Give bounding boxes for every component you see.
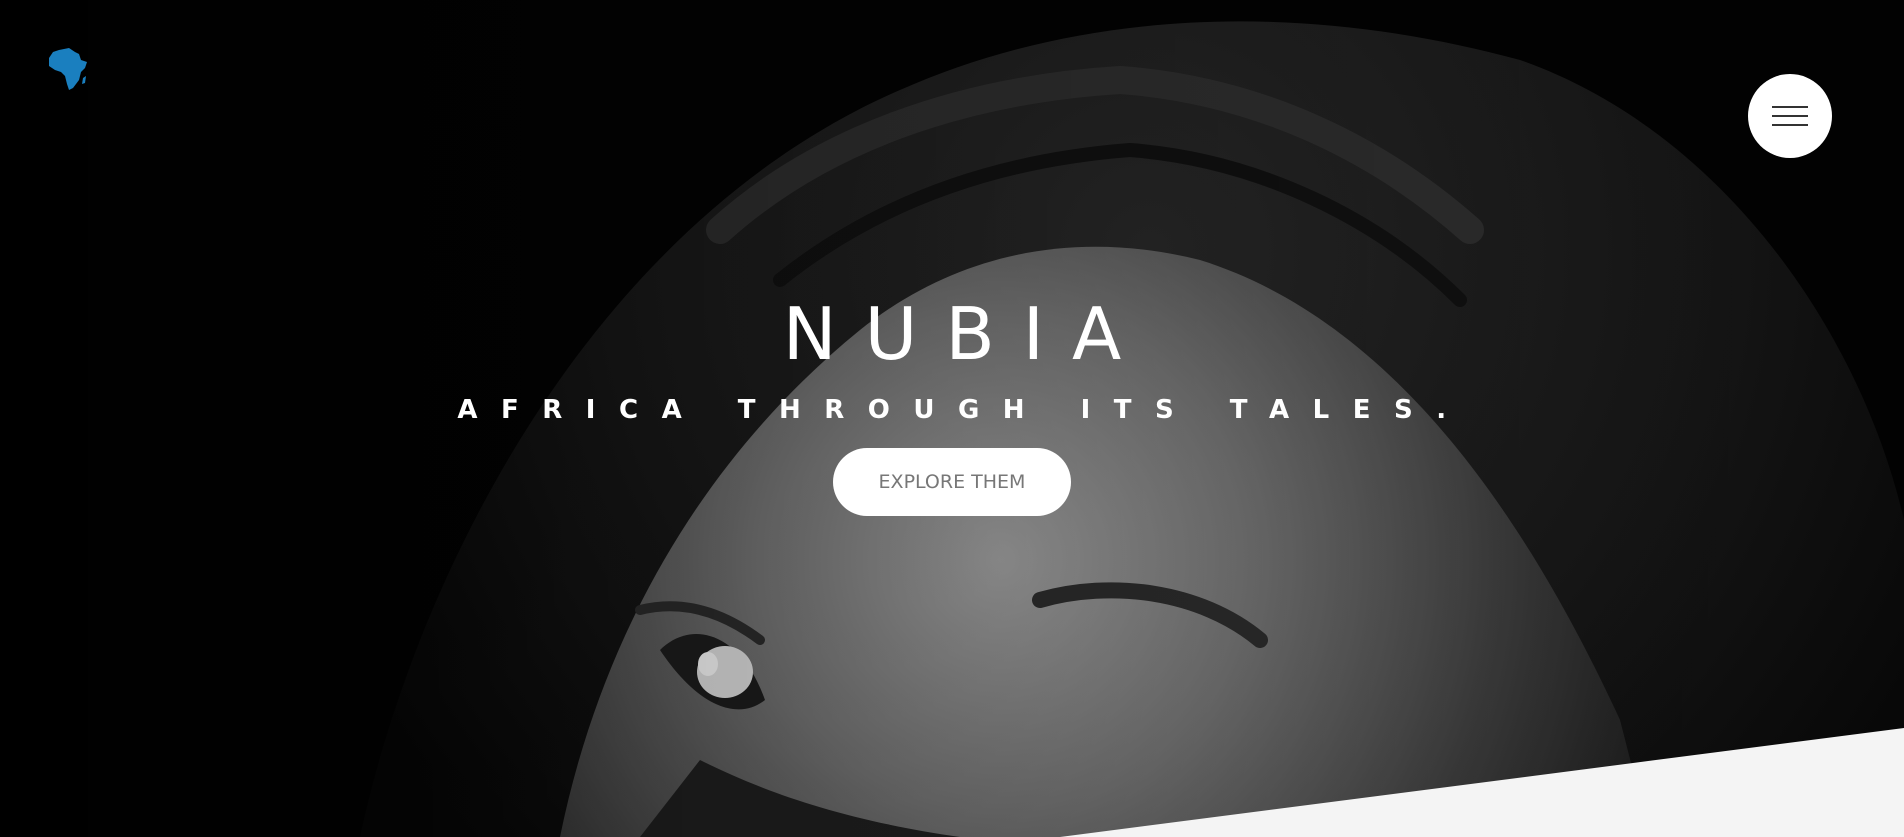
menu-button[interactable] — [1748, 74, 1832, 158]
africa-map-icon[interactable] — [45, 46, 93, 94]
explore-button[interactable]: EXPLORE THEM — [833, 448, 1071, 516]
hero-title: NUBIA — [782, 292, 1150, 376]
hero-subtitle: AFRICA THROUGH ITS TALES. — [457, 395, 1470, 425]
hero-content: NUBIA AFRICA THROUGH ITS TALES. EXPLORE … — [0, 290, 1904, 516]
hero-section: NUBIA AFRICA THROUGH ITS TALES. EXPLORE … — [0, 0, 1904, 837]
hamburger-icon — [1772, 103, 1808, 129]
